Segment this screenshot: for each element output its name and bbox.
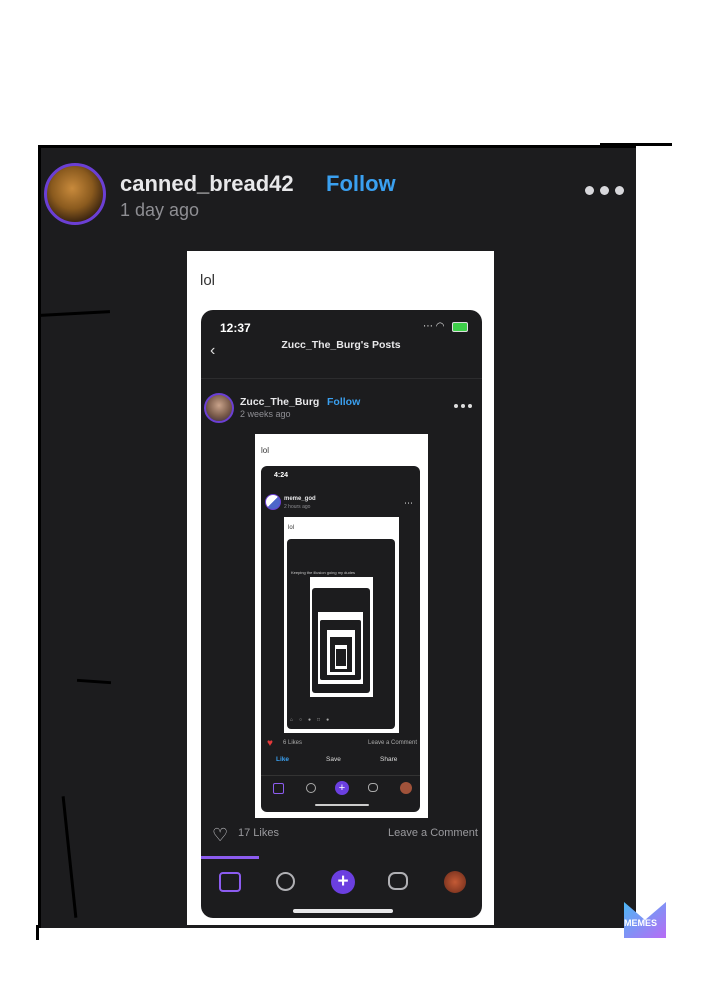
nested-likes: 6 Likes: [283, 740, 303, 746]
post-username[interactable]: canned_bread42: [120, 171, 294, 197]
plus-icon: +: [331, 870, 355, 894]
avatar[interactable]: [44, 163, 106, 225]
home-icon: [273, 783, 284, 794]
nested-like: Like: [276, 756, 290, 763]
nested-username: meme_god: [284, 496, 316, 502]
screenshot-follow: Follow: [327, 396, 361, 408]
nested-save: Save: [326, 756, 341, 763]
profile-avatar-icon: [400, 782, 412, 794]
nested-caption: lol: [261, 446, 270, 455]
screenshot-leave-comment: Leave a Comment: [388, 827, 478, 839]
heart-icon: ♥: [267, 738, 273, 749]
chat-icon: [368, 783, 378, 792]
home-indicator: [315, 804, 369, 806]
screenshot-likes: 17 Likes: [238, 827, 279, 839]
follow-button[interactable]: Follow: [326, 171, 396, 197]
battery-icon: [452, 322, 468, 332]
more-dots-icon[interactable]: [585, 186, 624, 195]
more-dots-icon: ⋯: [404, 498, 413, 508]
nested-text: Keeping the illusion going my dudes: [291, 570, 356, 575]
status-time: 12:37: [220, 321, 251, 335]
nested-time: 4:24: [274, 472, 289, 479]
home-indicator: [293, 909, 393, 913]
nested-caption: lol: [288, 525, 295, 531]
home-icon: [219, 872, 241, 892]
screenshot-time-ago: 2 weeks ago: [240, 409, 291, 419]
nested-time-ago: 2 hours ago: [284, 504, 311, 510]
border-line: [36, 925, 39, 940]
heart-icon: ♡: [212, 825, 229, 845]
nested-nav-icons: ⌂○●□●: [290, 717, 336, 723]
search-icon: [276, 872, 295, 891]
post-caption: lol: [200, 272, 216, 289]
nested-share: Share: [380, 756, 398, 763]
plus-icon: +: [335, 781, 349, 795]
post-time: 1 day ago: [120, 200, 200, 220]
watermark-text: MEMES: [624, 918, 658, 928]
screenshot-username: Zucc_The_Burg: [240, 396, 320, 408]
back-icon: ‹: [210, 342, 216, 359]
nested-screenshot: [336, 649, 346, 666]
chat-icon: [388, 872, 408, 890]
more-dots-icon: [454, 404, 472, 408]
search-icon: [306, 783, 316, 793]
screenshot-avatar: [204, 393, 234, 423]
screenshot-title: Zucc_The_Burg's Posts: [281, 339, 401, 351]
nested-leave-comment: Leave a Comment: [368, 740, 418, 746]
nested-avatar: [265, 494, 281, 510]
wifi-icon: ⋯ ◠: [423, 321, 445, 332]
tab-indicator: [201, 856, 259, 859]
divider: [201, 378, 482, 379]
profile-avatar-icon: [444, 871, 466, 893]
